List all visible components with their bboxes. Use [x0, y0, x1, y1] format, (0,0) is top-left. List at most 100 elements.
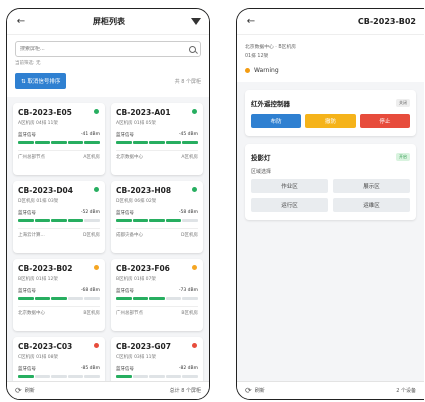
cabinet-card[interactable]: CB-2023-F06 B区机房 01排 07架 蓝牙信号 -73 dBm 广州总部节点…	[111, 259, 203, 331]
signal-strength: -85 dBm	[80, 366, 100, 371]
stop-button[interactable]: 停止	[359, 114, 410, 128]
cabinet-card[interactable]: CB-2023-D04 D区机房 01排 03架 蓝牙信号 -52 dBm 上海云计算.…	[13, 181, 105, 253]
signal-bar	[84, 297, 100, 300]
refresh-button[interactable]: ⟳ 刷新	[15, 386, 35, 395]
detail-title: CB-2023-B02	[357, 17, 416, 26]
filter-funnel-icon[interactable]	[191, 18, 201, 25]
search-icon[interactable]	[189, 45, 196, 53]
cabinet-location: B区机房 01排 12架	[18, 277, 58, 282]
cabinet-card[interactable]: CB-2023-H08 D区机房 06排 02架 蓝牙信号 -58 dBm 成都灾备中心…	[111, 181, 203, 253]
signal-bar	[132, 375, 149, 378]
signal-label: 蓝牙信号	[116, 289, 134, 294]
back-arrow-icon[interactable]: ←	[15, 16, 27, 27]
signal-bar	[165, 375, 182, 378]
signal-bar	[116, 375, 132, 378]
signal-bar	[51, 297, 67, 300]
list-toolbar: ⇅ 取消信号排序 共 8 个屏柜	[7, 70, 209, 97]
cabinet-zone: A区机房	[181, 154, 198, 160]
signal-label: 蓝牙信号	[18, 133, 36, 138]
cabinet-location: C区机房 01排 08架	[18, 355, 58, 360]
status-dot	[94, 187, 99, 192]
status-dot	[245, 68, 250, 73]
cabinet-count: 共 8 个屏柜	[174, 78, 201, 85]
signal-strength: -41 dBm	[80, 132, 100, 137]
cabinet-id: CB-2023-F06	[116, 264, 170, 273]
signal-label: 蓝牙信号	[18, 289, 36, 294]
cabinet-site: 北京数据中心	[116, 154, 143, 160]
status-dot	[94, 343, 99, 348]
zone-maintenance-button[interactable]: 运维区	[333, 198, 410, 212]
signal-bar	[18, 297, 34, 300]
cabinet-location: D区机房 01排 03架	[18, 199, 59, 204]
status-text: Warning	[254, 67, 279, 74]
signal-strength: -45 dBm	[178, 132, 198, 137]
signal-bar	[116, 141, 132, 144]
cabinet-card[interactable]: CB-2023-B02 B区机房 01排 12架 蓝牙信号 -68 dBm 北京数据中心…	[13, 259, 105, 331]
cabinet-card[interactable]: CB-2023-A01 A区机房 01排 05架 蓝牙信号 -45 dBm 北京数据中心…	[111, 103, 203, 175]
cabinet-location: C区机房 03排 11架	[116, 355, 156, 360]
cabinet-id: CB-2023-D04	[18, 186, 73, 195]
signal-strength: -73 dBm	[178, 288, 198, 293]
filter-note: 当前筛选: 无	[15, 61, 41, 66]
signal-bar	[116, 297, 132, 300]
disarm-button[interactable]: 撤防	[305, 114, 356, 128]
cabinet-site: 北京数据中心	[18, 310, 45, 316]
signal-bar	[51, 219, 67, 222]
signal-bar	[149, 219, 165, 222]
projector-status-tag[interactable]: 开启	[396, 153, 410, 161]
signal-label: 蓝牙信号	[116, 367, 134, 372]
signal-bar	[116, 219, 132, 222]
signal-bar	[132, 297, 149, 300]
cabinet-zone: B区机房	[181, 310, 198, 316]
zone-work-button[interactable]: 作业区	[251, 179, 328, 193]
signal-label: 蓝牙信号	[116, 211, 134, 216]
cabinet-grid: CB-2023-E05 A区机房 04排 11架 蓝牙信号 -41 dBm 广州总部节点…	[7, 97, 209, 399]
signal-strength: -58 dBm	[178, 210, 198, 215]
cabinet-site: 成都灾备中心	[116, 232, 143, 238]
cabinet-zone: A区机房	[83, 154, 100, 160]
infrared-controller-panel: 红外遥控制器 关闭 布防 撤防 停止	[245, 90, 416, 136]
signal-bar	[18, 219, 34, 222]
signal-label: 蓝牙信号	[18, 367, 36, 372]
cancel-sort-button[interactable]: ⇅ 取消信号排序	[15, 73, 67, 89]
signal-bars	[116, 141, 198, 144]
signal-bar	[84, 375, 100, 378]
signal-bar	[51, 141, 67, 144]
signal-bar	[18, 141, 34, 144]
cabinet-card[interactable]: CB-2023-E05 A区机房 04排 11架 蓝牙信号 -41 dBm 广州总部节点…	[13, 103, 105, 175]
projector-panel-title: 投影灯	[251, 154, 271, 162]
position-line: 01排 12架	[245, 54, 269, 59]
status-dot	[192, 343, 197, 348]
cabinet-detail-screen: ← CB-2023-B02 北京数据中心 · B区机房 01排 12架 Warn…	[236, 8, 424, 400]
signal-bar	[67, 141, 84, 144]
zone-display-button[interactable]: 展示区	[333, 179, 410, 193]
list-bottombar: ⟳ 刷新 总计 8 个屏柜	[7, 381, 209, 399]
back-arrow-icon[interactable]: ←	[245, 16, 257, 27]
status-dot	[192, 187, 197, 192]
arm-button[interactable]: 布防	[251, 114, 302, 128]
signal-strength: -52 dBm	[80, 210, 100, 215]
signal-bar	[182, 297, 198, 300]
signal-bars	[18, 297, 100, 300]
cabinet-info: 北京数据中心 · B区机房 01排 12架 Warning	[237, 35, 424, 82]
cabinet-location: D区机房 06排 02架	[116, 199, 157, 204]
cabinet-id: CB-2023-H08	[116, 186, 172, 195]
page-title: 屏柜列表	[93, 17, 125, 26]
cabinet-id: CB-2023-B02	[18, 264, 73, 273]
refresh-button[interactable]: ⟳ 刷新	[245, 386, 265, 395]
signal-bars	[18, 219, 100, 222]
status-dot	[94, 265, 99, 270]
cabinet-site: 广州总部节点	[18, 154, 45, 160]
signal-bar	[67, 375, 84, 378]
signal-label: 蓝牙信号	[18, 211, 36, 216]
refresh-label: 刷新	[24, 388, 35, 394]
cabinet-location: A区机房 04排 11架	[18, 121, 58, 126]
cabinet-list-screen: ← 屏柜列表 当前筛选: 无 ⇅ 取消信号排序 共 8 个屏柜 CB-2023-…	[6, 8, 210, 400]
status-dot	[192, 265, 197, 270]
search-input[interactable]	[20, 46, 160, 52]
signal-bar	[182, 375, 198, 378]
device-count: 2 个设备	[396, 388, 416, 394]
zone-operation-button[interactable]: 运行区	[251, 198, 328, 212]
refresh-label: 刷新	[254, 388, 265, 394]
signal-bar	[18, 375, 34, 378]
